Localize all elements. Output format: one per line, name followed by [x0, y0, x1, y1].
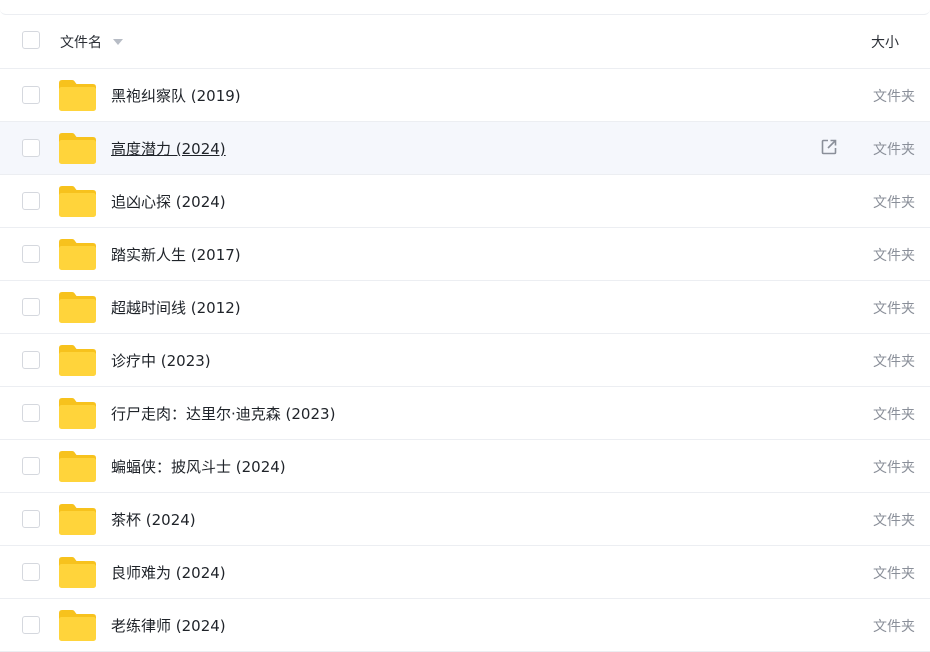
row-checkbox[interactable]: [22, 351, 40, 369]
folder-icon: [58, 397, 97, 430]
file-size: 文件夹: [873, 195, 915, 211]
file-size: 文件夹: [873, 89, 915, 105]
file-row[interactable]: 行尸走肉：达里尔·迪克森 (2023) 文件夹: [0, 387, 930, 440]
file-list: 黑袍纠察队 (2019) 文件夹 高度潜力 (2024) 文件夹 追凶心探 (2…: [0, 69, 930, 652]
folder-icon: [58, 79, 97, 112]
file-name[interactable]: 追凶心探 (2024): [111, 191, 226, 212]
row-checkbox[interactable]: [22, 616, 40, 634]
file-size: 文件夹: [873, 619, 915, 635]
file-row[interactable]: 良师难为 (2024) 文件夹: [0, 546, 930, 599]
file-name[interactable]: 良师难为 (2024): [111, 562, 226, 583]
folder-icon: [58, 185, 97, 218]
select-all-checkbox[interactable]: [22, 31, 40, 49]
row-checkbox[interactable]: [22, 192, 40, 210]
folder-icon: [58, 344, 97, 377]
row-checkbox[interactable]: [22, 457, 40, 475]
file-name[interactable]: 诊疗中 (2023): [111, 350, 211, 371]
file-row[interactable]: 诊疗中 (2023) 文件夹: [0, 334, 930, 387]
sort-down-icon[interactable]: [113, 39, 123, 45]
file-size: 文件夹: [873, 566, 915, 582]
top-divider: [0, 0, 930, 15]
file-size: 文件夹: [873, 407, 915, 423]
row-checkbox[interactable]: [22, 563, 40, 581]
file-list-header: 文件名 大小: [0, 16, 930, 69]
file-name[interactable]: 老练律师 (2024): [111, 615, 226, 636]
row-checkbox[interactable]: [22, 404, 40, 422]
row-checkbox[interactable]: [22, 510, 40, 528]
file-size: 文件夹: [873, 460, 915, 476]
folder-icon: [58, 291, 97, 324]
file-name[interactable]: 行尸走肉：达里尔·迪克森 (2023): [111, 403, 335, 424]
file-row[interactable]: 蝙蝠侠：披风斗士 (2024) 文件夹: [0, 440, 930, 493]
file-name[interactable]: 茶杯 (2024): [111, 509, 196, 530]
file-row[interactable]: 黑袍纠察队 (2019) 文件夹: [0, 69, 930, 122]
file-row[interactable]: 踏实新人生 (2017) 文件夹: [0, 228, 930, 281]
file-size: 文件夹: [873, 354, 915, 370]
row-checkbox[interactable]: [22, 86, 40, 104]
open-external-icon[interactable]: [820, 138, 838, 156]
file-row[interactable]: 茶杯 (2024) 文件夹: [0, 493, 930, 546]
file-row[interactable]: 高度潜力 (2024) 文件夹: [0, 122, 930, 175]
folder-icon: [58, 556, 97, 589]
file-name[interactable]: 黑袍纠察队 (2019): [111, 85, 241, 106]
file-row[interactable]: 超越时间线 (2012) 文件夹: [0, 281, 930, 334]
folder-icon: [58, 503, 97, 536]
file-size: 文件夹: [873, 248, 915, 264]
file-size: 文件夹: [873, 513, 915, 529]
row-checkbox[interactable]: [22, 139, 40, 157]
row-checkbox[interactable]: [22, 298, 40, 316]
file-name[interactable]: 蝙蝠侠：披风斗士 (2024): [111, 456, 286, 477]
file-size: 文件夹: [873, 142, 915, 158]
column-header-size[interactable]: 大小: [871, 32, 899, 52]
column-header-filename[interactable]: 文件名: [60, 32, 102, 52]
file-row[interactable]: 老练律师 (2024) 文件夹: [0, 599, 930, 652]
folder-icon: [58, 238, 97, 271]
file-name[interactable]: 高度潜力 (2024): [111, 138, 226, 159]
file-row[interactable]: 追凶心探 (2024) 文件夹: [0, 175, 930, 228]
file-name[interactable]: 踏实新人生 (2017): [111, 244, 241, 265]
folder-icon: [58, 450, 97, 483]
folder-icon: [58, 132, 97, 165]
row-checkbox[interactable]: [22, 245, 40, 263]
folder-icon: [58, 609, 97, 642]
file-name[interactable]: 超越时间线 (2012): [111, 297, 241, 318]
file-size: 文件夹: [873, 301, 915, 317]
